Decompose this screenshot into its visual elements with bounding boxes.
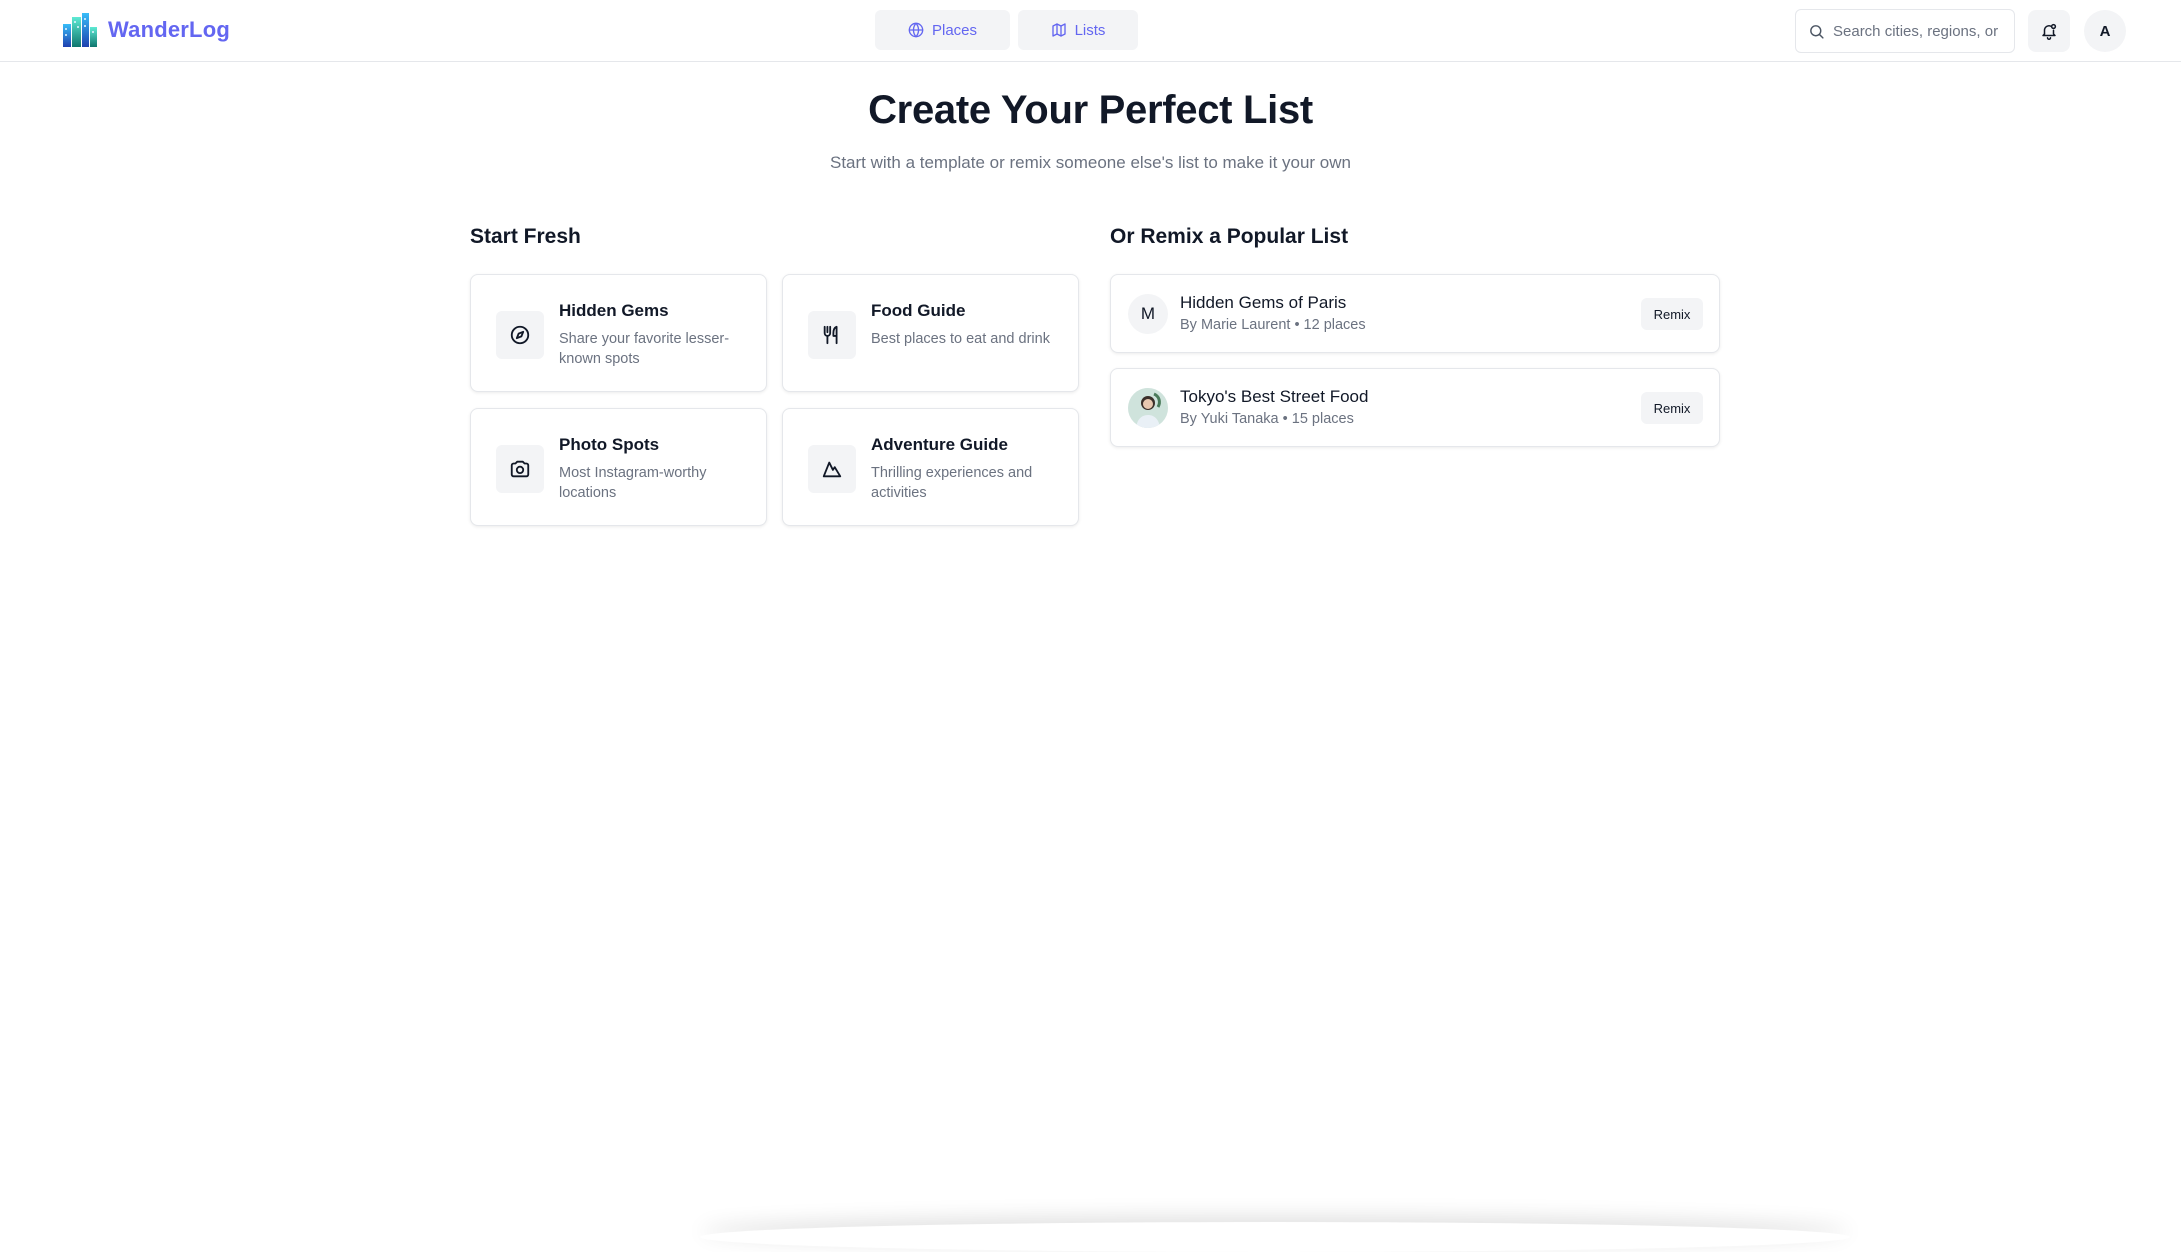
template-icon-box bbox=[808, 445, 856, 493]
template-icon-box bbox=[496, 311, 544, 359]
main-nav: Places Lists bbox=[875, 10, 1138, 50]
template-icon-box bbox=[808, 311, 856, 359]
brand[interactable]: WanderLog bbox=[62, 11, 230, 49]
nav-tab-places[interactable]: Places bbox=[875, 10, 1010, 50]
page-title: Create Your Perfect List bbox=[868, 88, 1313, 132]
start-fresh-heading: Start Fresh bbox=[470, 225, 581, 248]
remix-list-title: Tokyo's Best Street Food bbox=[1180, 387, 1369, 406]
template-icon-box bbox=[496, 445, 544, 493]
template-title: Hidden Gems bbox=[559, 301, 669, 320]
user-avatar-button[interactable]: A bbox=[2084, 10, 2126, 52]
remix-list-card[interactable]: Tokyo's Best Street Food By Yuki Tanaka … bbox=[1110, 368, 1720, 447]
template-card-hidden-gems[interactable]: Hidden Gems Share your favorite lesser-k… bbox=[470, 274, 767, 392]
template-description: Most Instagram-worthy locations bbox=[559, 465, 707, 501]
city-logo-icon bbox=[63, 13, 97, 47]
remix-list-card[interactable]: M Hidden Gems of Paris By Marie Laurent … bbox=[1110, 274, 1720, 353]
remix-button[interactable]: Remix bbox=[1641, 392, 1703, 424]
remix-heading: Or Remix a Popular List bbox=[1110, 225, 1349, 248]
compass-icon bbox=[510, 325, 530, 345]
template-card-food-guide[interactable]: Food Guide Best places to eat and drink bbox=[782, 274, 1079, 392]
search-input[interactable] bbox=[1833, 22, 2005, 40]
top-nav-bar: WanderLog Places Lists A bbox=[0, 0, 2181, 62]
template-description: Thrilling experiences and activities bbox=[871, 465, 1033, 501]
template-description: Best places to eat and drink bbox=[871, 331, 1050, 347]
remix-list-title: Hidden Gems of Paris bbox=[1180, 293, 1347, 312]
remix-button[interactable]: Remix bbox=[1641, 298, 1703, 330]
template-title: Adventure Guide bbox=[871, 435, 1008, 454]
search-box bbox=[1795, 9, 2015, 53]
template-card-photo-spots[interactable]: Photo Spots Most Instagram-worthy locati… bbox=[470, 408, 767, 526]
template-description: Share your favorite lesser-known spots bbox=[559, 331, 730, 367]
remix-list-meta: By Yuki Tanaka • 15 places bbox=[1180, 411, 1354, 427]
globe-icon bbox=[908, 22, 924, 38]
author-photo-icon bbox=[1128, 388, 1168, 428]
notifications-button[interactable] bbox=[2028, 10, 2070, 52]
nav-tab-label: Places bbox=[931, 21, 978, 39]
template-title: Food Guide bbox=[871, 301, 966, 320]
remix-list-meta: By Marie Laurent • 12 places bbox=[1180, 317, 1366, 333]
camera-icon bbox=[510, 460, 530, 478]
mountain-icon bbox=[822, 461, 842, 478]
bell-icon bbox=[2042, 23, 2057, 40]
nav-tab-lists[interactable]: Lists bbox=[1018, 10, 1138, 50]
map-icon bbox=[1051, 23, 1066, 37]
nav-tab-label: Lists bbox=[1074, 21, 1106, 39]
bottom-panel-shadow bbox=[700, 1222, 1850, 1252]
utensils-icon bbox=[823, 325, 838, 345]
author-avatar bbox=[1128, 388, 1168, 428]
page-subtitle: Start with a template or remix someone e… bbox=[829, 153, 1351, 172]
template-card-adventure-guide[interactable]: Adventure Guide Thrilling experiences an… bbox=[782, 408, 1079, 526]
brand-name: WanderLog bbox=[108, 17, 230, 42]
author-avatar: M bbox=[1128, 294, 1168, 334]
template-title: Photo Spots bbox=[559, 435, 660, 454]
search-icon bbox=[1810, 24, 1824, 39]
